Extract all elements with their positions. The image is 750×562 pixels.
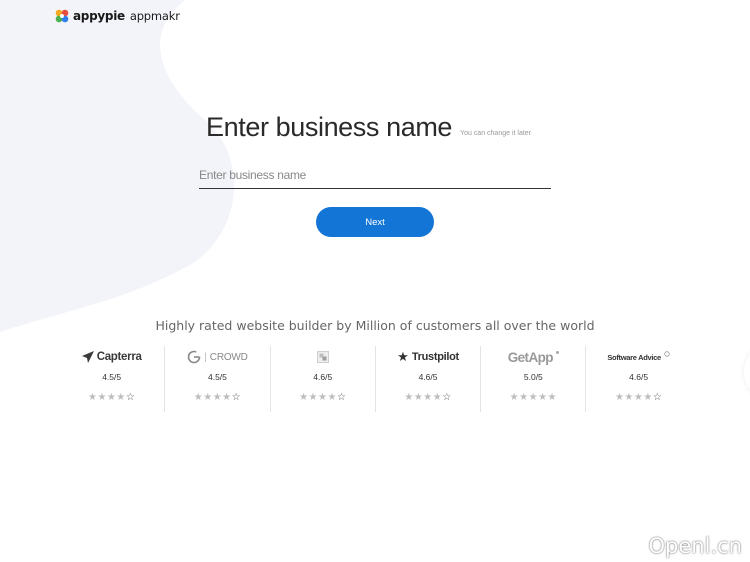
star-rating: ★★★★★ <box>509 392 557 403</box>
rating-trustpilot: ★ Trustpilot 4.6/5 ★★★★☆ <box>374 346 480 412</box>
rating-score: 5.0/5 <box>523 372 543 382</box>
trustpilot-label: Trustpilot <box>411 351 459 363</box>
brand-name: appypie <box>73 9 125 23</box>
business-name-field-wrapper <box>199 163 551 189</box>
ratings-row: Capterra 4.5/5 ★★★★☆ | CROWD 4.5/5 ★★★★☆… <box>59 346 691 412</box>
g2-crowd-icon <box>187 350 201 364</box>
capterra-icon <box>81 351 94 363</box>
rating-getapp: GetApp 5.0/5 ★★★★★ <box>480 346 585 412</box>
g2-divider: | <box>204 351 207 363</box>
review-site-logo <box>316 346 329 368</box>
next-button[interactable]: Next <box>316 207 434 237</box>
business-name-input[interactable] <box>199 163 551 187</box>
star-rating: ★★★★☆ <box>299 392 347 403</box>
background-blob <box>0 0 235 332</box>
ratings-tagline: Highly rated website builder by Million … <box>155 318 595 333</box>
rating-review-site: 4.6/5 ★★★★☆ <box>269 346 375 412</box>
capterra-label: Capterra <box>96 351 142 363</box>
g2-crowd-logo: | CROWD <box>187 346 248 368</box>
rating-g2-crowd: | CROWD 4.5/5 ★★★★☆ <box>164 346 269 412</box>
software-advice-icon <box>664 351 670 357</box>
watermark-text: Openl.cn <box>648 534 742 558</box>
heading-row: Enter business name You can change it la… <box>206 112 531 143</box>
appypie-logo[interactable]: appypie appmakr <box>54 8 180 24</box>
review-site-icon <box>316 351 329 363</box>
rating-score: 4.6/5 <box>418 372 438 382</box>
capterra-logo: Capterra <box>81 346 142 368</box>
star-rating: ★★★★☆ <box>87 392 136 403</box>
change-later-note: You can change it later <box>460 130 532 137</box>
getapp-label: GetApp <box>507 349 554 365</box>
software-advice-logo: Software Advice <box>607 346 670 368</box>
trustpilot-logo: ★ Trustpilot <box>397 346 459 368</box>
star-rating: ★★★★☆ <box>404 392 452 403</box>
trustpilot-star-icon: ★ <box>397 349 409 365</box>
rating-score: 4.5/5 <box>207 372 227 382</box>
product-name: appmakr <box>129 9 180 23</box>
rating-capterra: Capterra 4.5/5 ★★★★☆ <box>59 346 164 412</box>
getapp-icon <box>555 350 559 354</box>
appypie-logo-icon <box>55 9 69 23</box>
star-rating: ★★★★☆ <box>614 392 663 403</box>
software-advice-label: Software Advice <box>607 352 661 362</box>
g2-crowd-label: CROWD <box>209 351 248 363</box>
rating-software-advice: Software Advice 4.6/5 ★★★★☆ <box>585 346 690 412</box>
rating-score: 4.6/5 <box>313 372 333 382</box>
page-title: Enter business name <box>206 112 453 142</box>
rating-score: 4.6/5 <box>629 372 649 382</box>
rating-score: 4.5/5 <box>102 372 122 382</box>
star-rating: ★★★★☆ <box>193 392 242 403</box>
getapp-logo: GetApp <box>508 346 559 368</box>
